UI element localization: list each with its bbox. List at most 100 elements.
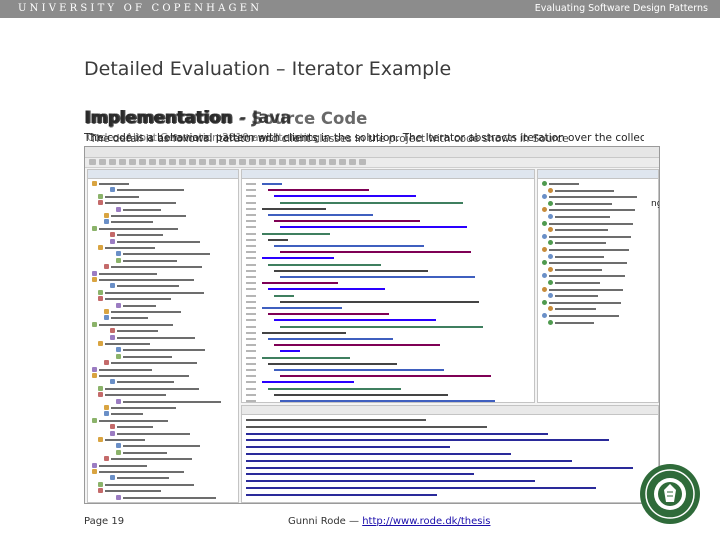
tree-item-icon <box>116 302 121 308</box>
console-text <box>246 459 572 462</box>
tree-item-label <box>105 387 199 390</box>
code-text <box>268 313 389 316</box>
tree-item-icon <box>98 200 103 206</box>
tree-item-label <box>123 445 200 448</box>
outline-item-label <box>549 249 629 251</box>
thesis-link[interactable]: http://www.rode.dk/thesis <box>362 516 490 527</box>
code-text <box>274 393 448 396</box>
tree-item-label <box>111 311 181 313</box>
tree-item-icon <box>98 437 103 442</box>
line-number <box>246 282 256 285</box>
tree-item-icon <box>116 494 121 500</box>
toolbar-icon <box>269 159 276 165</box>
outline-item-icon <box>548 293 553 299</box>
toolbar-icon <box>299 159 306 165</box>
tree-item-label <box>117 426 153 429</box>
line-number <box>246 220 256 223</box>
line-number <box>246 226 256 229</box>
console-text <box>246 493 437 496</box>
toolbar-icon <box>229 159 236 165</box>
outline-item-icon <box>542 207 547 213</box>
outline-item-label <box>555 202 612 205</box>
tree-item-label <box>105 439 145 441</box>
tree-item-icon <box>92 270 97 276</box>
line-number <box>246 257 256 260</box>
outline-item-label <box>549 288 623 291</box>
toolbar-icon <box>319 159 326 165</box>
console-text <box>246 473 474 476</box>
tree-item-label <box>99 464 147 467</box>
tree-item-label <box>99 323 173 326</box>
outline-item-icon <box>542 194 547 200</box>
tree-item-label <box>117 336 195 339</box>
line-number <box>246 381 256 384</box>
outline-item-icon <box>548 266 553 272</box>
line-number <box>246 183 256 185</box>
outline-item-icon <box>542 260 547 266</box>
tree-item-label <box>105 483 194 486</box>
tree-item-icon <box>92 373 97 378</box>
code-text <box>280 276 475 278</box>
code-text <box>262 183 282 185</box>
outline-item-label <box>549 183 579 185</box>
toolbar-icon <box>139 159 146 165</box>
outline-panel <box>537 169 659 403</box>
tree-item-icon <box>98 488 103 494</box>
tree-item-label <box>117 381 174 384</box>
tree-item-label <box>117 432 190 435</box>
tree-item-label <box>123 451 167 454</box>
console-text <box>246 425 487 428</box>
tree-item-icon <box>92 277 97 282</box>
overlay-heading-3: Implementation - Source Code <box>85 109 368 128</box>
toolbar-icon <box>239 159 246 165</box>
line-number <box>246 393 256 396</box>
toolbar-icon <box>349 159 356 165</box>
outline-item-label <box>555 321 594 324</box>
tree-item-label <box>99 227 178 230</box>
outline-item-label <box>549 235 631 238</box>
overlapping-text-block: Implementation Implementation - Java Imp… <box>84 108 644 148</box>
tree-item-icon <box>92 417 97 423</box>
code-text <box>280 251 471 254</box>
tree-item-icon <box>92 225 97 231</box>
toolbar-icon <box>259 159 266 165</box>
line-number <box>246 288 256 291</box>
tree-item-icon <box>92 469 97 474</box>
outline-item-icon <box>548 306 553 312</box>
toolbar-icon <box>309 159 316 165</box>
tree-item-label <box>117 189 184 192</box>
tree-item-icon <box>104 405 109 410</box>
outline-item-icon <box>542 181 547 186</box>
line-number <box>246 263 256 266</box>
tree-item-icon <box>116 251 121 257</box>
outline-item-icon <box>548 200 553 206</box>
toolbar-icon <box>329 159 336 165</box>
code-text <box>280 325 483 328</box>
toolbar-icon <box>179 159 186 165</box>
outline-item-label <box>555 255 604 258</box>
code-text <box>262 232 330 235</box>
tree-item-icon <box>116 257 121 263</box>
outline-item-label <box>555 229 608 232</box>
toolbar-icon <box>119 159 126 165</box>
outline-item-label <box>555 295 598 298</box>
tree-item-label <box>99 272 157 275</box>
tree-item-label <box>99 419 168 422</box>
tree-item-icon <box>110 334 115 340</box>
console-panel <box>241 405 659 503</box>
tree-item-label <box>105 298 171 301</box>
outline-item-icon <box>542 220 547 226</box>
code-text <box>268 362 397 365</box>
code-text <box>268 263 381 266</box>
tree-item-label <box>117 477 169 480</box>
tree-item-label <box>105 195 139 198</box>
console-text <box>246 439 609 442</box>
tree-item-label <box>99 279 194 281</box>
toolbar-icon <box>169 159 176 165</box>
line-number <box>246 195 256 198</box>
console-text <box>246 487 596 489</box>
tree-item-icon <box>116 449 121 455</box>
console-text <box>246 453 511 455</box>
university-seal-icon <box>640 464 700 524</box>
tree-item-icon <box>92 321 97 327</box>
